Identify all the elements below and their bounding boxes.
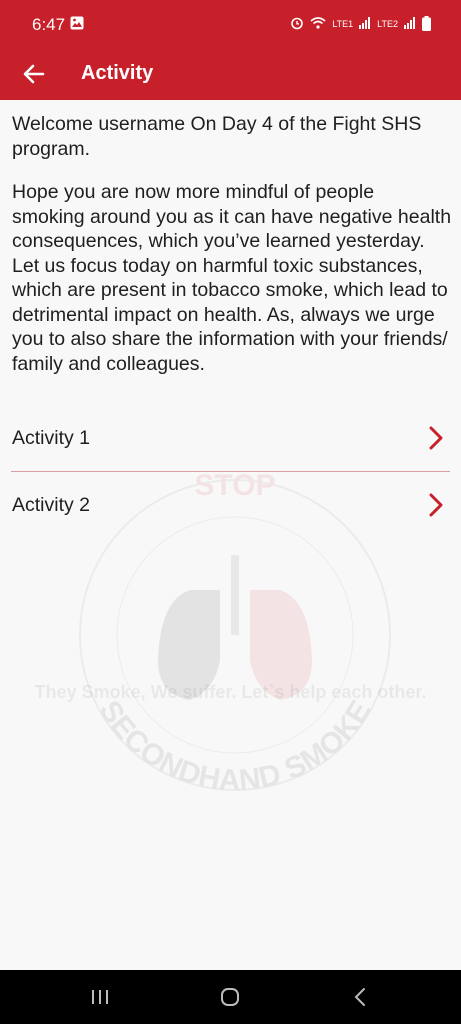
- welcome-text: Welcome username On Day 4 of the Fight S…: [12, 113, 422, 160]
- watermark-ring-text: SECONDHAND SMOKE: [92, 695, 377, 797]
- home-icon: [221, 988, 239, 1006]
- signal-1-icon: [359, 17, 371, 31]
- status-bar: 6:47 LTE1 LTE2: [0, 0, 461, 48]
- recents-button[interactable]: [80, 982, 120, 1012]
- arrow-left-icon: [23, 64, 45, 84]
- watermark-tagline: They Smoke, We suffer. Let`s help each o…: [34, 682, 427, 702]
- gallery-notification-icon: [70, 16, 84, 35]
- sim2-label: LTE2: [377, 19, 398, 29]
- activity-item-2[interactable]: Activity 2: [11, 472, 450, 538]
- chevron-right-icon: [429, 426, 443, 450]
- svg-text:SECONDHAND SMOKE: SECONDHAND SMOKE: [92, 695, 377, 797]
- signal-2-icon: [404, 17, 416, 31]
- status-icons: LTE1 LTE2: [290, 13, 431, 35]
- intro-text: Hope you are now more mindful of people …: [12, 181, 452, 375]
- activity-item-label: Activity 2: [12, 494, 91, 516]
- recents-icon: [92, 990, 108, 1004]
- status-time: 6:47: [32, 15, 66, 34]
- alarm-icon: [290, 16, 304, 32]
- back-button[interactable]: [18, 58, 50, 90]
- sim1-label: LTE1: [332, 19, 354, 29]
- wifi-icon: [310, 16, 326, 32]
- page-title: Activity: [81, 62, 154, 84]
- back-icon: [354, 988, 365, 1006]
- home-button[interactable]: [210, 982, 250, 1012]
- battery-icon: [422, 15, 431, 33]
- app-bar: Activity: [0, 48, 461, 100]
- chevron-right-icon: [429, 493, 443, 517]
- activity-item-label: Activity 1: [12, 427, 91, 449]
- back-nav-button[interactable]: [340, 982, 380, 1012]
- activity-item-1[interactable]: Activity 1: [11, 405, 450, 472]
- content-area: STOP SECONDHAND SMOKE They Smoke, We suf…: [0, 100, 461, 970]
- system-nav-bar: [0, 970, 461, 1024]
